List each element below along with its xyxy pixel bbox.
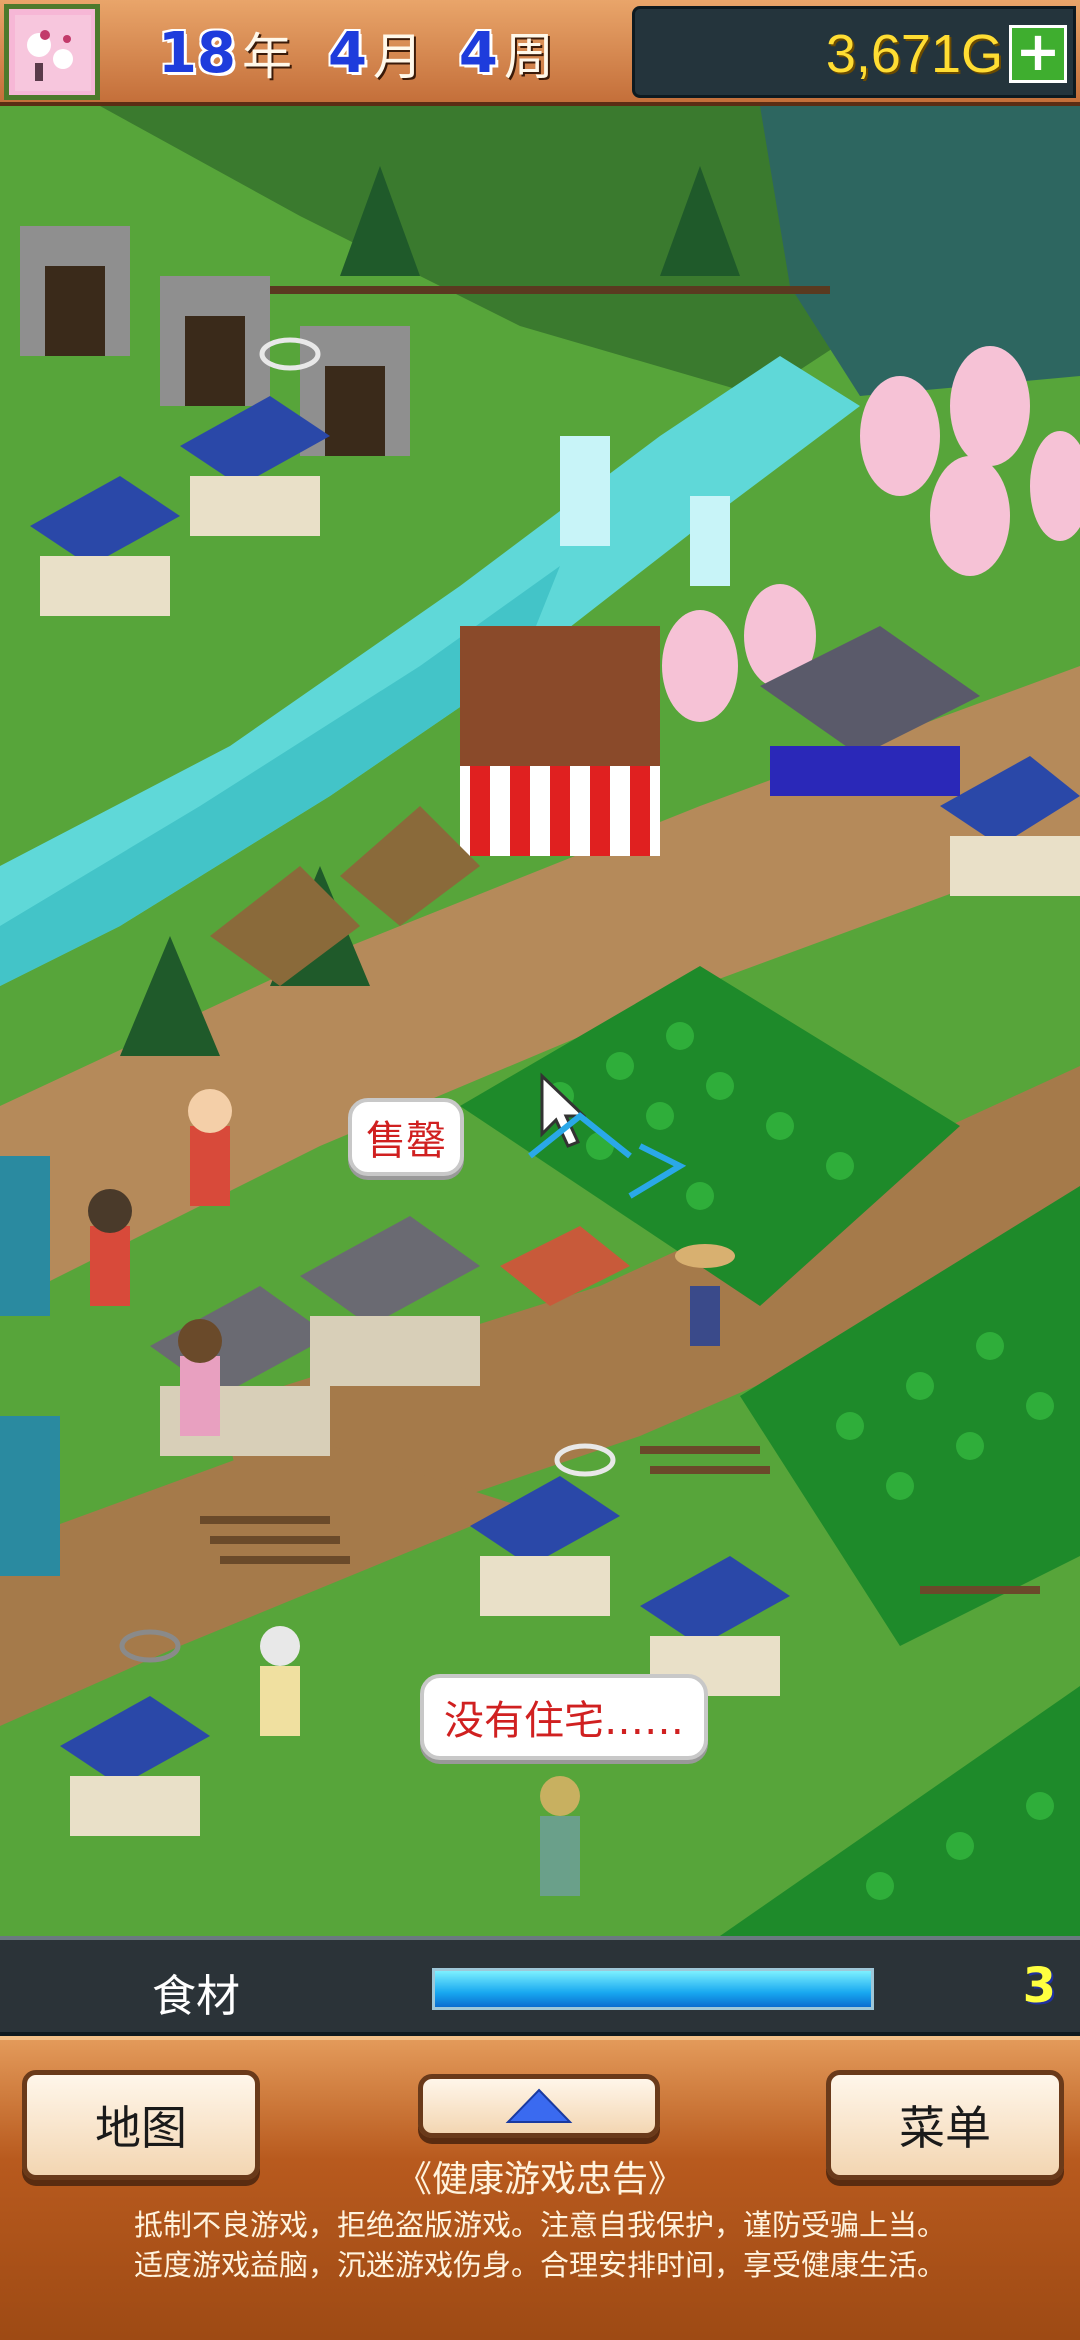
no-housing-bubble: 没有住宅…… [420,1674,708,1760]
expand-button[interactable] [418,2074,660,2138]
month-unit: 月 [372,28,423,86]
game-map[interactable]: 售罄 没有住宅…… [0,106,1080,1936]
month-value: 4 [327,20,367,86]
resource-status-bar: 食材 3 [0,1936,1080,2036]
resource-label: 食材 [152,1971,240,2022]
triangle-up-icon [505,2088,573,2123]
resource-progress-fill [435,1971,871,2007]
town-scene [0,106,1080,1936]
year-value: 18 [158,20,236,86]
menu-button-label: 菜单 [899,2101,991,2155]
selection-marker-icon [528,1112,687,1199]
calendar-date: 18 年 4 月 4 周 [108,8,628,98]
resource-progress-track [432,1968,874,2010]
week-value: 4 [458,20,498,86]
health-notice-line-1: 抵制不良游戏，拒绝盗版游戏。注意自我保护，谨防受骗上当。 [133,2208,946,2242]
sold-out-bubble: 售罄 [348,1098,464,1176]
plus-icon: + [1015,20,1061,83]
health-notice-title: 《健康游戏忠告》 [395,2159,684,2200]
week-unit: 周 [503,28,554,86]
avatar[interactable] [4,4,100,100]
sakura-portrait-icon [15,15,91,91]
top-bar: 18 年 4 月 4 周 3,671G + [0,0,1080,106]
map-button-label: 地图 [95,2101,187,2155]
gold-display: 3,671G + [632,6,1076,98]
gold-amount: 3,671G [825,24,1003,84]
year-unit: 年 [241,28,292,86]
health-notice-line-2: 适度游戏益脑，沉迷游戏伤身。合理安排时间，享受健康生活。 [133,2248,946,2282]
add-gold-button[interactable]: + [1009,25,1067,83]
bottom-panel: 地图 菜单 《健康游戏忠告》 抵制不良游戏，拒绝盗版游戏。注意自我保护，谨防受骗… [0,2036,1080,2340]
resource-count: 3 [1022,1958,1056,2014]
